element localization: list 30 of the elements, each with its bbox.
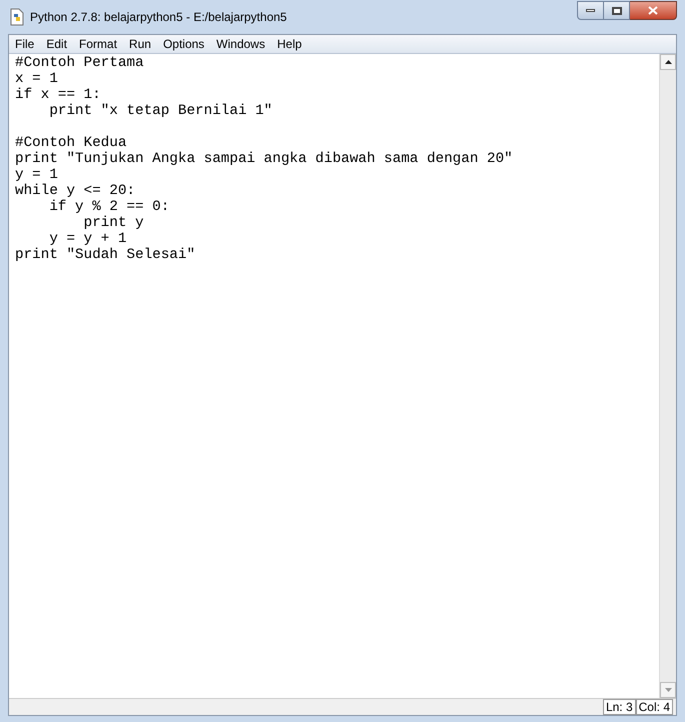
menu-item[interactable]: File: [9, 35, 40, 53]
menu-item[interactable]: Run: [123, 35, 158, 53]
scroll-up-icon[interactable]: [660, 54, 676, 70]
code-line: #Contoh Pertama: [15, 55, 144, 71]
scroll-down-icon[interactable]: [660, 682, 676, 698]
menu-item[interactable]: Edit: [40, 35, 74, 53]
code-line: print y: [82, 215, 144, 231]
menu-item[interactable]: Format: [73, 35, 124, 53]
python-file-icon: [9, 8, 25, 26]
code-line: while y <= 20:: [15, 183, 136, 199]
close-button[interactable]: [630, 1, 677, 20]
code-line: print "Tunjukan Angka sampai angka dibawah sama dengan 20": [15, 151, 513, 167]
code-line: #Contoh Kedua: [15, 135, 127, 151]
code-line: if y % 2 == 0:: [48, 199, 170, 215]
code-line: if x == 1:: [15, 87, 101, 103]
code-line: y = y + 1: [48, 231, 127, 247]
menu-item[interactable]: Options: [157, 35, 210, 53]
code-line: x = 1: [15, 71, 58, 87]
column-number-status: Col: 4: [636, 699, 673, 715]
maximize-button[interactable]: [604, 1, 630, 20]
close-icon: [648, 6, 658, 15]
vertical-scrollbar[interactable]: [659, 54, 676, 698]
menu-item[interactable]: Help: [271, 35, 308, 53]
code-line: print "x tetap Bernilai 1": [48, 103, 272, 119]
code-line: y = 1: [15, 167, 58, 183]
menu-item[interactable]: Windows: [210, 35, 272, 53]
window-title: Python 2.7.8: belajarpython5 - E:/belajarpython5: [30, 9, 287, 26]
minimize-button[interactable]: [577, 1, 604, 20]
line-number-status: Ln: 3: [602, 699, 636, 715]
code-line: print "Sudah Selesai": [15, 247, 196, 263]
